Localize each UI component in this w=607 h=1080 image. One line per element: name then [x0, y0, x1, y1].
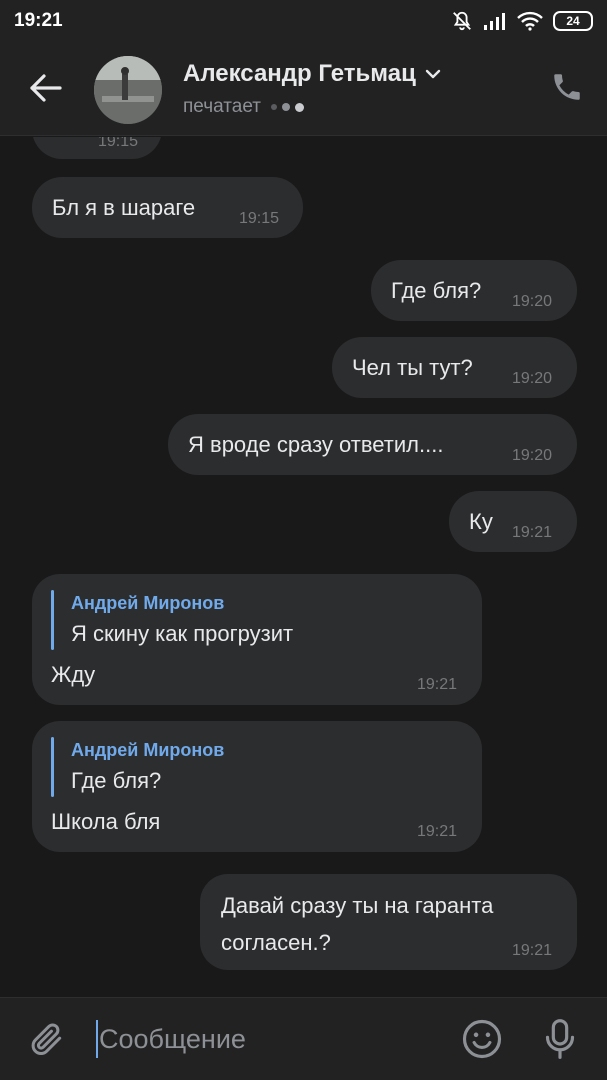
avatar[interactable]	[94, 56, 162, 124]
message-time: 19:20	[512, 447, 553, 464]
microphone-icon[interactable]	[540, 1017, 580, 1061]
contact-title[interactable]: Александр Гетьмац	[183, 60, 442, 88]
message-text: Где бля?	[391, 278, 482, 303]
message-text: Ок	[52, 137, 79, 141]
message-outgoing[interactable]: Ку 19:21	[449, 491, 577, 552]
contact-name: Александр Гетьмац	[183, 60, 416, 87]
avatar-image	[94, 56, 162, 124]
message-time: 19:15	[239, 210, 280, 227]
typing-status-text: печатает	[183, 96, 261, 117]
message-incoming-reply[interactable]: Андрей Миронов Я скину как прогрузит Жду…	[32, 574, 482, 705]
message-text: Школа бля	[51, 809, 161, 834]
message-incoming-reply[interactable]: Андрей Миронов Где бля? Школа бля 19:21	[32, 721, 482, 852]
reply-author[interactable]: Андрей Миронов	[71, 593, 224, 614]
reply-author[interactable]: Андрей Миронов	[71, 740, 224, 761]
wifi-icon	[517, 11, 543, 31]
message-outgoing[interactable]: Давай сразу ты на гаранта согласен.? 19:…	[200, 874, 577, 970]
typing-dots	[270, 102, 304, 112]
message-time: 19:21	[512, 942, 553, 959]
message-time: 19:20	[512, 370, 553, 387]
reply-quoted-text[interactable]: Я скину как прогрузит	[71, 621, 293, 647]
bell-muted-icon	[453, 11, 471, 31]
text-cursor	[96, 1020, 98, 1058]
message-input[interactable]	[99, 1018, 439, 1060]
arrow-left-icon[interactable]	[26, 68, 66, 108]
battery-level: 24	[566, 14, 580, 28]
signal-icon	[484, 13, 505, 30]
message-time: 19:21	[512, 524, 553, 541]
typing-status: печатает	[183, 96, 304, 118]
reply-quoted-text[interactable]: Где бля?	[71, 768, 161, 794]
message-text: Чел ты тут?	[352, 355, 473, 380]
phone-icon[interactable]	[550, 70, 584, 104]
chevron-down-icon	[425, 69, 441, 79]
status-time: 19:21	[14, 10, 63, 31]
message-text-line: согласен.?	[221, 930, 331, 955]
message-text: Ку	[469, 509, 493, 534]
reply-bar	[51, 737, 54, 797]
battery-icon: 24	[553, 11, 593, 31]
paperclip-icon[interactable]	[28, 1020, 66, 1058]
message-time: 19:15	[98, 137, 139, 150]
message-incoming[interactable]: Бл я в шараге 19:15	[32, 177, 303, 238]
chat-header: Александр Гетьмац печатает	[0, 42, 607, 136]
message-time: 19:20	[512, 293, 553, 310]
status-bar: 19:21 24	[0, 0, 607, 42]
reply-bar	[51, 590, 54, 650]
message-incoming[interactable]: Ок 19:15	[32, 137, 162, 159]
message-list[interactable]: Ок 19:15 Бл я в шараге 19:15 Где бля? 19…	[0, 137, 607, 996]
emoji-icon[interactable]	[461, 1018, 503, 1060]
message-outgoing[interactable]: Чел ты тут? 19:20	[332, 337, 577, 398]
message-time: 19:21	[417, 823, 458, 840]
message-text-line: Давай сразу ты на гаранта	[221, 893, 494, 918]
composer	[0, 997, 607, 1080]
message-text: Я вроде сразу ответил....	[188, 432, 444, 457]
message-outgoing[interactable]: Я вроде сразу ответил.... 19:20	[168, 414, 577, 475]
message-time: 19:21	[417, 676, 458, 693]
system-icons: 24	[451, 10, 593, 32]
message-text: Бл я в шараге	[52, 195, 196, 220]
message-outgoing[interactable]: Где бля? 19:20	[371, 260, 577, 321]
message-text: Жду	[51, 662, 96, 687]
